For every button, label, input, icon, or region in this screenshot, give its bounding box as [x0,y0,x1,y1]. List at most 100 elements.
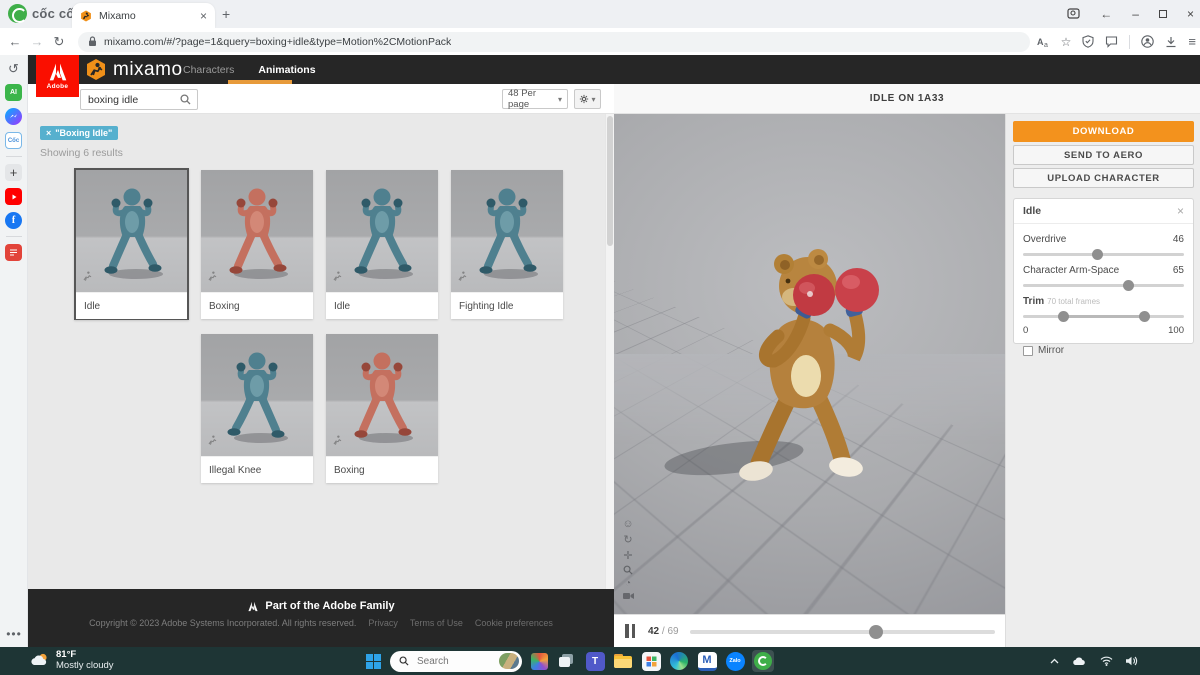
viewport-camera-icon[interactable] [622,592,634,600]
viewport-face-icon[interactable]: ☺ [622,518,633,530]
add-panel-button[interactable]: + [5,164,22,181]
settings-gear-button[interactable]: ▾ [574,89,601,109]
downloads-icon[interactable] [1165,36,1177,48]
ai-chat-icon[interactable]: AI [5,84,22,101]
start-button[interactable] [362,650,384,672]
boxing-bear-character [664,249,879,481]
animation-search-box[interactable] [80,89,198,110]
download-button[interactable]: DOWNLOAD [1013,121,1194,142]
history-icon[interactable]: ↺ [8,61,19,77]
weather-widget[interactable]: 81°F Mostly cloudy [30,649,114,671]
chat-icon[interactable] [1105,35,1118,48]
animation-card[interactable]: Fighting Idle [451,170,563,319]
m-app-icon[interactable]: M [696,650,718,672]
zalo-app-icon[interactable]: Zalo [724,650,746,672]
results-scrollbar[interactable] [605,114,614,589]
playback-slider[interactable] [690,624,995,639]
volume-icon[interactable] [1126,656,1138,666]
filter-tag[interactable]: × "Boxing Idle" [40,126,119,140]
browser-tab[interactable]: Mixamo × [72,3,215,28]
card-title: Boxing [326,456,438,483]
animation-card[interactable]: Illegal Knee [201,334,313,483]
trim-slider[interactable] [1023,311,1184,322]
back-button[interactable]: ← [4,34,26,49]
animation-card[interactable]: Boxing [201,170,313,319]
viewport-pan-icon[interactable]: ✛ [623,549,632,562]
footer-link-privacy[interactable]: Privacy [368,618,398,628]
trim-end-handle[interactable] [1138,311,1150,322]
scrollbar-thumb[interactable] [607,116,613,246]
footer-link-terms[interactable]: Terms of Use [410,618,463,628]
results-content: × "Boxing Idle" Showing 6 results Idle B… [28,114,614,589]
new-tab-button[interactable]: + [222,6,230,22]
coccoc-chat-icon[interactable]: Cốc [5,132,22,149]
armspace-slider[interactable] [1023,280,1184,291]
card-title: Illegal Knee [201,456,313,483]
weather-cloud-icon [31,653,47,666]
tab-close-icon[interactable]: × [200,9,207,23]
url-bar[interactable]: mixamo.com/#/?page=1&query=boxing+idle&t… [78,31,1030,52]
tab-search-button[interactable] [1067,7,1080,21]
window-minimize-button[interactable]: – [1132,7,1139,21]
translate-icon[interactable]: Aa [1037,36,1050,48]
results-count: Showing 6 results [40,147,123,159]
card-thumbnail [201,334,313,456]
card-title: Idle [326,292,438,319]
window-close-button[interactable]: × [1187,7,1194,21]
mixamo-logo[interactable]: mixamo [85,58,183,81]
windows-taskbar: 81°F Mostly cloudy T M Zalo [0,647,1200,675]
bookmark-star-icon[interactable]: ☆ [1061,35,1072,49]
viewport-zoom-icon[interactable] [623,565,633,575]
search-icon[interactable] [174,94,197,105]
store-app-icon[interactable] [640,650,662,672]
news-icon[interactable] [5,244,22,261]
forward-button[interactable]: → [26,34,48,49]
animation-search-input[interactable] [81,93,174,106]
edge-browser-icon[interactable] [668,650,690,672]
trim-start-handle[interactable] [1058,311,1070,322]
animation-card[interactable]: Idle [74,168,189,320]
overdrive-handle[interactable] [1092,249,1104,260]
messenger-icon[interactable] [5,108,22,125]
viewport-orbit-icon[interactable]: ↻ [623,533,632,546]
task-view-icon[interactable] [556,650,578,672]
window-maximize-button[interactable] [1158,10,1167,18]
animation-card[interactable]: Boxing [326,334,438,483]
reload-button[interactable]: ↻ [48,34,70,50]
taskbar-search[interactable] [390,650,522,672]
wifi-icon[interactable] [1100,656,1113,666]
sidebar-more-button[interactable]: ••• [0,627,28,641]
taskbar-search-input[interactable] [415,654,493,668]
teams-app-icon[interactable]: T [584,650,606,672]
tray-chevron-up-icon[interactable] [1050,658,1059,664]
runner-icon [331,434,344,452]
mirror-checkbox[interactable] [1023,345,1033,356]
file-explorer-icon[interactable] [612,650,634,672]
playback-handle[interactable] [868,624,883,639]
profile-icon[interactable] [1141,35,1155,48]
nav-animations[interactable]: Animations [258,64,315,76]
footer-link-cookies[interactable]: Cookie preferences [475,618,553,628]
remove-filter-icon[interactable]: × [46,128,51,138]
adblock-shield-icon[interactable] [1082,35,1094,48]
viewport-reset-icon[interactable]: ◔ [625,578,631,589]
adobe-logo[interactable]: Adobe [36,55,79,97]
windows-logo-icon [365,653,381,669]
pause-button[interactable] [625,624,638,638]
per-page-select[interactable]: 48 Per page ▾ [502,88,568,110]
photos-app-icon[interactable] [528,650,550,672]
overdrive-slider[interactable] [1023,249,1184,260]
youtube-icon[interactable] [5,188,22,205]
send-to-aero-button[interactable]: SEND TO AERO [1013,145,1194,165]
upload-character-button[interactable]: UPLOAD CHARACTER [1013,168,1194,188]
coccoc-browser-icon[interactable] [752,650,774,672]
preview-viewport[interactable]: ☺ ↻ ✛ ◔ [614,114,1005,614]
nav-characters[interactable]: Characters [183,64,234,76]
menu-icon[interactable]: ≡ [1188,34,1196,49]
onedrive-cloud-icon[interactable] [1072,656,1087,666]
armspace-handle[interactable] [1122,280,1134,291]
close-icon[interactable]: × [1177,204,1184,218]
facebook-icon[interactable]: f [5,212,22,229]
animation-card[interactable]: Idle [326,170,438,319]
session-restore-icon[interactable]: ← [1100,7,1112,21]
